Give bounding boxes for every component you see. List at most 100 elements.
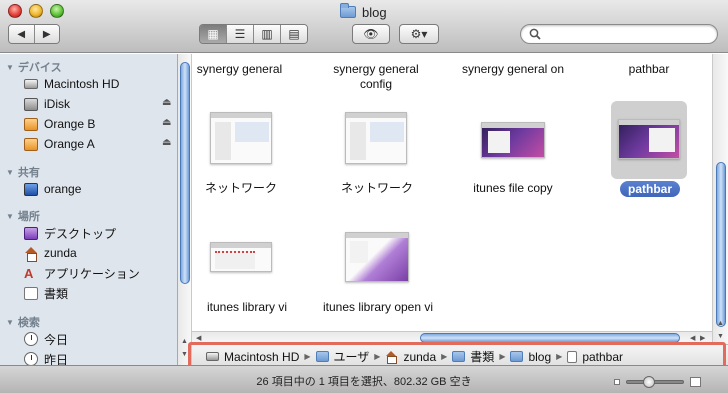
- file-label[interactable]: itunes library vi: [192, 300, 302, 315]
- path-separator-icon: ▶: [304, 352, 311, 361]
- disclosure-triangle-icon: ▼: [6, 167, 14, 177]
- path-item-documents[interactable]: 書類: [452, 348, 494, 365]
- sidebar: ▼ デバイス Macintosh HD iDisk ⏏ Orange B ⏏ Or…: [0, 54, 178, 365]
- sidebar-item-applications[interactable]: A アプリケーション: [24, 264, 140, 282]
- window-title: blog: [340, 3, 387, 21]
- forward-button[interactable]: ▶: [33, 25, 59, 43]
- quick-look-button[interactable]: 👁: [352, 24, 390, 44]
- file-label[interactable]: ネットワーク: [192, 181, 290, 196]
- selected-file-label[interactable]: pathbar: [620, 181, 681, 197]
- sidebar-section-devices[interactable]: ▼ デバイス: [6, 59, 62, 75]
- scroll-left-arrow-icon[interactable]: ◀: [196, 334, 201, 342]
- sidebar-item-orange[interactable]: orange: [24, 180, 81, 198]
- sidebar-item-yesterday[interactable]: 昨日: [24, 350, 68, 365]
- selected-file-highlight[interactable]: [611, 101, 687, 179]
- icon-size-slider[interactable]: [626, 376, 684, 388]
- content-horizontal-scrollbar[interactable]: ◀ ◀ ▶: [192, 331, 712, 344]
- path-separator-icon: ▶: [374, 352, 381, 361]
- file-thumbnail[interactable]: [481, 122, 545, 158]
- sidebar-section-shared[interactable]: ▼ 共有: [6, 164, 40, 180]
- scroll-down-arrow-icon[interactable]: ▼: [181, 351, 188, 358]
- path-item-users[interactable]: ユーザ: [315, 348, 369, 365]
- file-thumbnail[interactable]: [345, 232, 409, 282]
- hard-disk-icon: [206, 352, 219, 361]
- back-button[interactable]: ◀: [9, 25, 34, 43]
- file-thumbnail[interactable]: [345, 112, 407, 164]
- file-label[interactable]: pathbar: [596, 62, 702, 77]
- eject-icon[interactable]: ⏏: [162, 117, 171, 128]
- content-vertical-scroll-thumb[interactable]: [716, 162, 726, 327]
- file-label[interactable]: synergy general config: [319, 62, 433, 92]
- column-view-icon: ▥: [261, 27, 273, 41]
- close-button[interactable]: [8, 4, 22, 18]
- disclosure-triangle-icon: ▼: [6, 211, 14, 221]
- file-label[interactable]: itunes file copy: [448, 181, 578, 196]
- scroll-up-arrow-icon[interactable]: ▲: [181, 338, 188, 345]
- navigation-buttons: ◀ ▶: [8, 24, 60, 44]
- column-view-button[interactable]: ▥: [253, 25, 280, 43]
- screen-icon: [24, 182, 38, 196]
- eject-icon[interactable]: ⏏: [162, 97, 171, 108]
- sidebar-item-zunda[interactable]: zunda: [24, 244, 77, 262]
- content-horizontal-scroll-thumb[interactable]: [420, 333, 680, 343]
- search-field[interactable]: [520, 24, 718, 44]
- list-view-button[interactable]: ☰: [226, 25, 253, 43]
- file-thumbnail[interactable]: [210, 112, 272, 164]
- slider-knob[interactable]: [643, 376, 655, 388]
- file-thumbnail[interactable]: [210, 242, 272, 272]
- path-item-macintosh-hd[interactable]: Macintosh HD: [206, 350, 299, 364]
- file-label[interactable]: synergy general on: [448, 62, 578, 77]
- sidebar-section-places[interactable]: ▼ 場所: [6, 208, 40, 224]
- title-bar: blog ◀ ▶ ▦ ☰ ▥ ▤ 👁 ⚙▾: [0, 0, 728, 53]
- sidebar-item-orange-a[interactable]: Orange A: [24, 135, 95, 153]
- action-menu-button[interactable]: ⚙▾: [399, 24, 439, 44]
- eject-icon[interactable]: ⏏: [162, 137, 171, 148]
- home-icon: [24, 246, 38, 262]
- zoom-button[interactable]: [50, 4, 64, 18]
- scroll-left-arrow-icon[interactable]: ◀: [690, 334, 695, 342]
- sidebar-scroll-thumb[interactable]: [180, 62, 190, 284]
- thumbnail-pane: [370, 122, 404, 142]
- large-icon-size-icon: [690, 377, 701, 387]
- icon-view-button[interactable]: ▦: [200, 25, 226, 43]
- sidebar-item-documents[interactable]: 書類: [24, 284, 68, 302]
- thumbnail-titlebar: [346, 113, 406, 118]
- scroll-down-arrow-icon[interactable]: ▼: [717, 333, 724, 340]
- sidebar-scrollbar[interactable]: ▲ ▼: [178, 54, 192, 365]
- clock-icon: [24, 352, 38, 365]
- thumbnail-titlebar: [211, 113, 271, 118]
- home-icon: [385, 350, 398, 364]
- file-thumbnail[interactable]: [618, 119, 680, 159]
- disclosure-triangle-icon: ▼: [6, 62, 14, 72]
- thumbnail-pane: [215, 251, 255, 269]
- file-label[interactable]: ネットワーク: [328, 181, 426, 196]
- forward-arrow-icon: ▶: [42, 28, 51, 40]
- window-title-text: blog: [362, 4, 387, 20]
- sidebar-item-desktop[interactable]: デスクトップ: [24, 224, 116, 242]
- content-vertical-scrollbar[interactable]: ▲ ▼: [712, 54, 728, 351]
- thumbnail-pane: [649, 128, 675, 152]
- thumbnail-pane: [215, 122, 231, 160]
- path-separator-icon: ▶: [499, 352, 506, 361]
- coverflow-view-button[interactable]: ▤: [280, 25, 307, 43]
- sidebar-item-macintosh-hd[interactable]: Macintosh HD: [24, 75, 119, 93]
- path-item-blog[interactable]: blog: [510, 350, 551, 364]
- thumbnail-pane: [350, 241, 368, 263]
- folder-icon: [510, 351, 524, 362]
- back-arrow-icon: ◀: [17, 28, 26, 40]
- search-input[interactable]: [547, 28, 707, 40]
- folder-icon: [452, 351, 466, 362]
- sidebar-item-orange-b[interactable]: Orange B: [24, 115, 95, 133]
- file-label[interactable]: itunes library open vi: [316, 300, 440, 315]
- sidebar-section-search[interactable]: ▼ 検索: [6, 314, 40, 330]
- file-label[interactable]: synergy general: [192, 62, 287, 77]
- desktop-icon: [24, 226, 38, 240]
- path-item-pathbar[interactable]: pathbar: [567, 350, 623, 364]
- icon-view-icon: ▦: [207, 27, 219, 41]
- sidebar-item-idisk[interactable]: iDisk: [24, 95, 70, 113]
- path-item-zunda[interactable]: zunda: [385, 350, 436, 364]
- minimize-button[interactable]: [29, 4, 43, 18]
- sidebar-item-today[interactable]: 今日: [24, 330, 68, 348]
- scroll-right-arrow-icon[interactable]: ▶: [700, 334, 705, 342]
- scroll-up-arrow-icon[interactable]: ▲: [717, 320, 724, 327]
